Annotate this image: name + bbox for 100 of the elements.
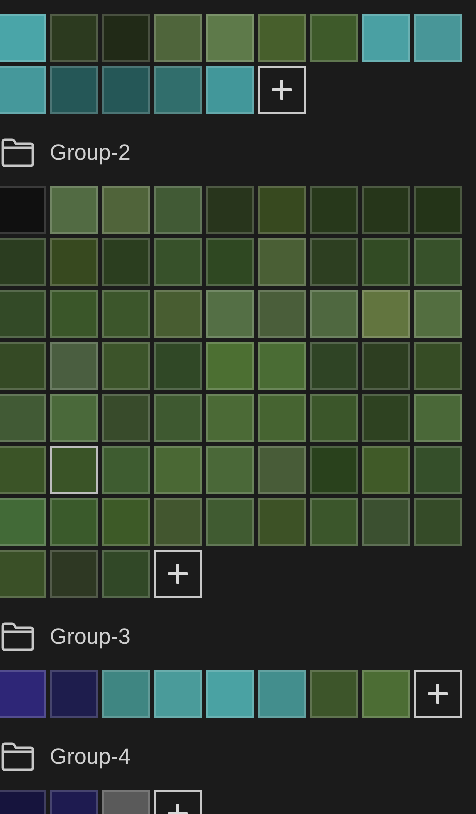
color-swatch[interactable] (414, 186, 462, 234)
color-swatch[interactable] (154, 670, 202, 718)
color-swatch[interactable] (154, 394, 202, 442)
folder-icon (1, 138, 35, 168)
color-swatch[interactable] (206, 446, 254, 494)
color-swatch[interactable] (154, 342, 202, 390)
color-swatch[interactable] (0, 394, 46, 442)
color-swatch[interactable] (50, 66, 98, 114)
color-swatch[interactable] (206, 498, 254, 546)
group-name: Group-3 (50, 623, 131, 651)
color-swatch[interactable] (362, 238, 410, 286)
color-swatch[interactable] (414, 446, 462, 494)
color-swatch[interactable] (102, 394, 150, 442)
color-swatch[interactable] (206, 670, 254, 718)
color-swatch[interactable] (102, 550, 150, 598)
color-swatch[interactable] (206, 394, 254, 442)
color-swatch[interactable] (310, 186, 358, 234)
color-swatch[interactable] (414, 498, 462, 546)
color-swatch[interactable] (362, 446, 410, 494)
color-swatch[interactable] (362, 290, 410, 338)
color-swatch[interactable] (206, 66, 254, 114)
color-swatch[interactable] (50, 186, 98, 234)
color-swatch[interactable] (206, 14, 254, 62)
color-swatch[interactable] (50, 498, 98, 546)
color-swatch[interactable] (50, 394, 98, 442)
color-swatch[interactable] (50, 670, 98, 718)
color-swatch[interactable] (258, 446, 306, 494)
color-swatch[interactable] (258, 498, 306, 546)
color-swatch[interactable] (258, 670, 306, 718)
color-swatch[interactable] (206, 342, 254, 390)
plus-icon (428, 684, 448, 704)
color-swatch[interactable] (310, 238, 358, 286)
color-swatch[interactable] (206, 186, 254, 234)
color-swatch[interactable] (414, 342, 462, 390)
color-swatch[interactable] (0, 14, 46, 62)
color-swatch[interactable] (362, 342, 410, 390)
color-swatch[interactable] (102, 14, 150, 62)
color-swatch[interactable] (154, 66, 202, 114)
color-swatch[interactable] (310, 14, 358, 62)
color-swatch[interactable] (0, 670, 46, 718)
color-swatch[interactable] (206, 238, 254, 286)
color-swatch[interactable] (0, 66, 46, 114)
color-swatch[interactable] (102, 498, 150, 546)
color-swatch[interactable] (362, 14, 410, 62)
color-swatch[interactable] (414, 238, 462, 286)
plus-icon (272, 80, 292, 100)
color-swatch[interactable] (362, 498, 410, 546)
color-swatch[interactable] (102, 238, 150, 286)
color-swatch[interactable] (50, 14, 98, 62)
color-swatch[interactable] (154, 290, 202, 338)
color-swatch[interactable] (154, 238, 202, 286)
color-swatch[interactable] (0, 290, 46, 338)
group-name: Group-4 (50, 743, 131, 771)
color-swatch[interactable] (414, 14, 462, 62)
color-swatch[interactable] (362, 670, 410, 718)
color-swatch[interactable] (102, 446, 150, 494)
color-swatch[interactable] (102, 670, 150, 718)
color-swatch[interactable] (102, 290, 150, 338)
color-swatch[interactable] (102, 66, 150, 114)
add-swatch-button[interactable] (154, 550, 202, 598)
folder-icon (1, 742, 35, 772)
color-swatch[interactable] (258, 290, 306, 338)
color-swatch[interactable] (0, 186, 46, 234)
folder-icon (1, 622, 35, 652)
color-swatch[interactable] (310, 670, 358, 718)
color-swatch[interactable] (154, 446, 202, 494)
color-swatch[interactable] (102, 342, 150, 390)
color-swatch[interactable] (50, 290, 98, 338)
color-swatch[interactable] (258, 186, 306, 234)
color-swatch[interactable] (310, 290, 358, 338)
color-swatch[interactable] (0, 238, 46, 286)
plus-icon (168, 564, 188, 584)
color-swatch[interactable] (0, 498, 46, 546)
color-swatch[interactable] (154, 186, 202, 234)
color-swatch[interactable] (102, 186, 150, 234)
color-swatch[interactable] (414, 290, 462, 338)
color-swatch[interactable] (414, 394, 462, 442)
color-swatch[interactable] (362, 186, 410, 234)
color-swatch[interactable] (50, 342, 98, 390)
color-swatch[interactable] (258, 342, 306, 390)
color-swatch[interactable] (258, 14, 306, 62)
color-swatch[interactable] (50, 238, 98, 286)
add-swatch-button[interactable] (258, 66, 306, 114)
color-swatch[interactable] (362, 394, 410, 442)
color-swatch[interactable] (0, 342, 46, 390)
color-swatch[interactable] (206, 290, 254, 338)
color-swatch[interactable] (154, 498, 202, 546)
group-name: Group-2 (50, 139, 131, 167)
color-swatch[interactable] (310, 446, 358, 494)
color-swatch[interactable] (154, 14, 202, 62)
color-swatch[interactable] (258, 238, 306, 286)
color-swatch[interactable] (258, 394, 306, 442)
color-swatch[interactable] (310, 342, 358, 390)
color-swatch[interactable] (310, 394, 358, 442)
color-swatch[interactable] (0, 550, 46, 598)
color-swatch[interactable] (50, 550, 98, 598)
color-swatch[interactable] (0, 446, 46, 494)
color-swatch[interactable] (50, 446, 98, 494)
add-swatch-button[interactable] (414, 670, 462, 718)
color-swatch[interactable] (310, 498, 358, 546)
